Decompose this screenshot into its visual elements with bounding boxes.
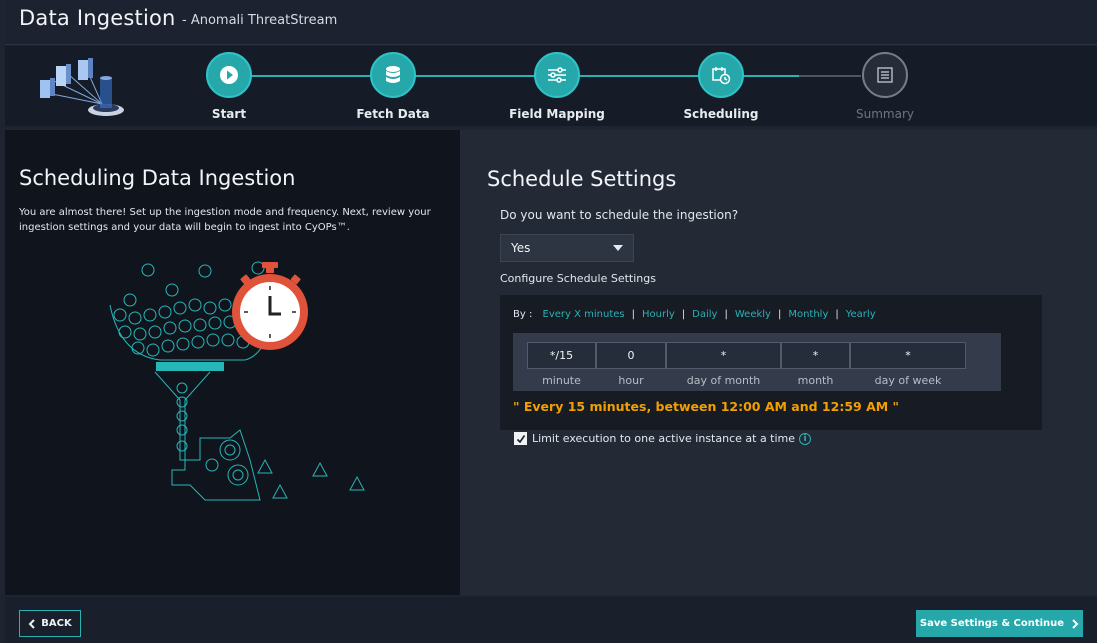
step-field-mapping[interactable]: Field Mapping <box>497 52 617 121</box>
save-continue-button[interactable]: Save Settings & Continue <box>916 610 1083 637</box>
by-label: By : <box>513 309 533 320</box>
schedule-select[interactable]: Yes <box>500 234 634 262</box>
cron-day-of-week-input[interactable]: * <box>850 342 966 369</box>
sliders-icon <box>534 52 580 98</box>
limit-execution-label: Limit execution to one active instance a… <box>532 432 796 445</box>
left-panel: Scheduling Data Ingestion You are almost… <box>5 130 460 595</box>
wizard-progress: Start Fetch Data Field Mapping Schedulin… <box>5 46 1097 126</box>
left-title: Scheduling Data Ingestion <box>19 166 296 190</box>
frequency-options: By : Every X minutes | Hourly | Daily | Weekly… <box>513 309 876 320</box>
play-icon <box>206 52 252 98</box>
step-label: Fetch Data <box>356 107 430 121</box>
schedule-config-box: By : Every X minutes | Hourly | Daily | Weekly… <box>500 295 1042 430</box>
option-weekly[interactable]: Weekly <box>735 309 771 320</box>
page-subtitle: - Anomali ThreatStream <box>182 13 338 28</box>
footer: BACK Save Settings & Continue <box>5 597 1097 643</box>
step-label: Start <box>211 107 247 121</box>
step-fetch-data[interactable]: Fetch Data <box>333 52 453 121</box>
right-panel: Schedule Settings Do you want to schedul… <box>460 130 1097 595</box>
step-summary[interactable]: Summary <box>825 52 945 121</box>
chevron-down-icon <box>613 245 623 251</box>
cron-hour-input[interactable]: 0 <box>596 342 666 369</box>
limit-execution-row: Limit execution to one active instance a… <box>514 432 812 445</box>
cron-month-input[interactable]: * <box>781 342 850 369</box>
option-daily[interactable]: Daily <box>692 309 717 320</box>
limit-execution-checkbox[interactable] <box>514 432 527 445</box>
cron-minute-input[interactable]: */15 <box>527 342 596 369</box>
chevron-left-icon <box>28 618 35 629</box>
cron-day-of-month-caption: day of month <box>686 374 761 387</box>
step-label: Scheduling <box>683 107 759 121</box>
funnel-stopwatch-illustration <box>109 261 365 501</box>
step-label: Field Mapping <box>509 107 605 121</box>
left-description: You are almost there! Set up the ingesti… <box>19 207 431 233</box>
configure-schedule-label: Configure Schedule Settings <box>500 272 656 285</box>
cron-day-of-month-input[interactable]: * <box>666 342 781 369</box>
step-label: Summary <box>856 107 914 121</box>
schedule-question: Do you want to schedule the ingestion? <box>500 208 739 222</box>
page-title: Data Ingestion <box>19 6 176 30</box>
info-icon[interactable]: i <box>799 432 812 445</box>
document-icon <box>862 52 908 98</box>
cron-month-caption: month <box>797 374 834 387</box>
cron-fields: */15 0 * * * minute hour day of month mo… <box>513 333 1001 391</box>
step-scheduling[interactable]: Scheduling <box>661 52 781 121</box>
cron-hour-caption: hour <box>618 374 644 387</box>
data-servers-logo-icon <box>40 58 124 116</box>
option-monthly[interactable]: Monthly <box>788 309 828 320</box>
cron-day-of-week-caption: day of week <box>874 374 942 387</box>
step-start[interactable]: Start <box>169 52 289 121</box>
save-continue-label: Save Settings & Continue <box>919 618 1065 629</box>
option-hourly[interactable]: Hourly <box>642 309 675 320</box>
back-button[interactable]: BACK <box>19 610 81 637</box>
option-every-x-minutes[interactable]: Every X minutes <box>543 309 625 320</box>
check-icon <box>516 434 525 443</box>
schedule-select-value: Yes <box>511 241 531 255</box>
schedule-settings-title: Schedule Settings <box>487 167 677 191</box>
back-button-label: BACK <box>41 618 72 629</box>
cron-minute-caption: minute <box>542 374 581 387</box>
calendar-clock-icon <box>698 52 744 98</box>
schedule-summary: " Every 15 minutes, between 12:00 AM and… <box>513 399 900 414</box>
header: Data Ingestion - Anomali ThreatStream <box>5 0 1097 45</box>
database-icon <box>370 52 416 98</box>
option-yearly[interactable]: Yearly <box>846 309 876 320</box>
chevron-right-icon <box>1072 618 1079 629</box>
